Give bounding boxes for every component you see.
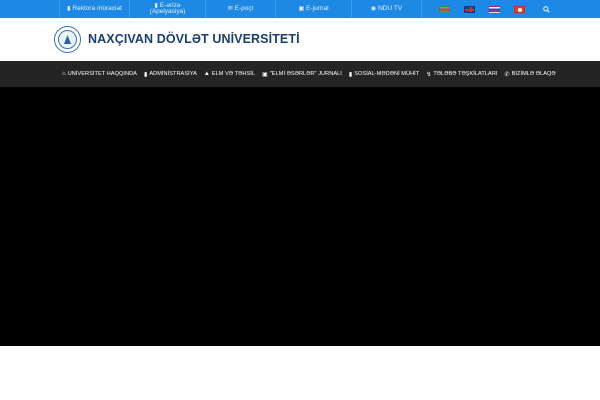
nav-item-about-label: UNİVERSİTET HAQQINDA [67, 71, 137, 77]
language-switcher [432, 0, 532, 18]
flag-ru-icon[interactable] [489, 5, 500, 13]
top-bar: ▮ Rektora müraciət ▮ E-ərizə (Apelyasiya… [0, 0, 600, 18]
rector-appeal-label: Rektora müraciət [72, 4, 122, 12]
nav-item-social-cultural-label: SOSİAL-MƏDƏNİ MÜHİT [354, 71, 420, 77]
university-logo[interactable] [54, 26, 81, 53]
nav-item-administration[interactable]: ▮ ADMİNİSTRASİYA [144, 71, 197, 78]
e-mail-label: E-poçt [234, 4, 254, 12]
book-icon: ▣ [262, 71, 268, 78]
university-seal-icon [58, 30, 77, 49]
graduation-cap-icon: ▲ [203, 71, 210, 77]
e-journal-label: E-jurnal [306, 4, 329, 12]
nav-item-about[interactable]: ⌂ UNİVERSİTET HAQQINDA [62, 71, 137, 77]
nav-item-journal-label: "ELMİ ƏSƏRLƏR" JURNALI [269, 71, 342, 77]
flag-tr-icon[interactable] [514, 5, 525, 13]
nav-item-student-organizations[interactable]: ↯ TƏLƏBƏ TƏŞKİLATLARI [426, 71, 497, 78]
ndu-tv-label: NDU TV [378, 4, 403, 12]
bolt-icon: ↯ [426, 71, 432, 78]
search-icon [542, 5, 550, 13]
page-content-area [0, 346, 600, 400]
ndu-tv-link[interactable]: ◉ NDU TV [352, 0, 422, 18]
nav-item-contact-label: BİZİMLƏ ƏLAQƏ [511, 71, 556, 77]
main-nav: ⌂ UNİVERSİTET HAQQINDA ▮ ADMİNİSTRASİYA … [0, 61, 600, 87]
bookmark-icon: ▮ [143, 71, 148, 78]
e-application-label-line2: (Apelyasiya) [149, 8, 186, 15]
nav-item-social-cultural[interactable]: ▮ SOSİAL-MƏDƏNİ MÜHİT [349, 71, 419, 78]
envelope-icon: ✉ [227, 5, 233, 12]
play-circle-icon: ◉ [370, 5, 377, 12]
monitor-icon: ▣ [298, 5, 305, 12]
nav-item-contact[interactable]: ✆ BİZİMLƏ ƏLAQƏ [505, 71, 556, 78]
file-icon: ▮ [348, 71, 353, 78]
phone-icon: ✆ [504, 71, 510, 78]
e-journal-link[interactable]: ▣ E-jurnal [276, 0, 352, 18]
rector-appeal-link[interactable]: ▮ Rektora müraciət [59, 0, 130, 18]
site-header: NAXÇIVAN DÖVLƏT UNİVERSİTETİ [0, 18, 600, 61]
nav-item-student-organizations-label: TƏLƏBƏ TƏŞKİLATLARI [433, 71, 498, 77]
nav-item-administration-label: ADMİNİSTRASİYA [149, 71, 197, 77]
document-icon: ▮ [67, 5, 71, 12]
flag-az-icon[interactable] [439, 5, 450, 13]
search-button[interactable] [536, 0, 556, 18]
e-mail-link[interactable]: ✉ E-poçt [206, 0, 276, 18]
e-application-link[interactable]: ▮ E-ərizə (Apelyasiya) [130, 0, 206, 18]
nav-item-journal[interactable]: ▣ "ELMİ ƏSƏRLƏR" JURNALI [262, 71, 342, 78]
site-title[interactable]: NAXÇIVAN DÖVLƏT UNİVERSİTETİ [88, 32, 300, 46]
home-icon: ⌂ [62, 71, 66, 77]
flag-en-icon[interactable] [464, 5, 475, 13]
hero-media-area[interactable] [0, 87, 600, 346]
nav-item-science-education-label: ELM VƏ TƏHSİL [211, 71, 256, 77]
nav-item-science-education[interactable]: ▲ ELM VƏ TƏHSİL [204, 71, 255, 77]
